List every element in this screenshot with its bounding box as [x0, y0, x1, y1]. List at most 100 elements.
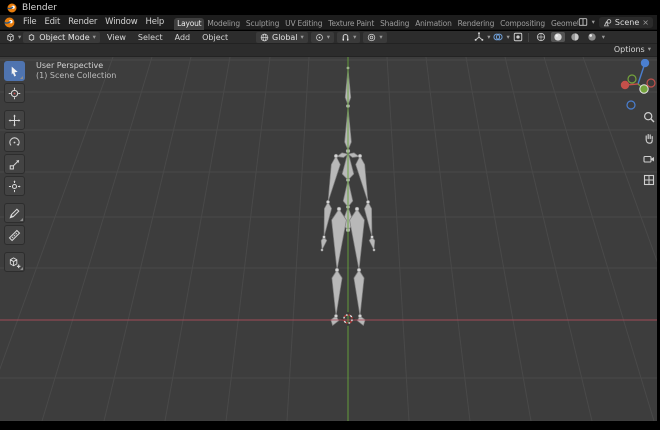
- window-title: Blender: [22, 2, 57, 13]
- transform-controls: Global ▾ ▾ ▾ ▾: [256, 32, 387, 43]
- grid-ortho-icon: [643, 174, 655, 186]
- shading-solid-button[interactable]: [550, 32, 565, 42]
- snapping-toggle[interactable]: ▾: [337, 32, 361, 43]
- transform-orientation-value: Global: [272, 33, 298, 42]
- tool-annotate[interactable]: [4, 203, 25, 223]
- camera-view-button[interactable]: [641, 151, 657, 167]
- scale-tool-icon: [9, 159, 20, 169]
- pivot-point-dropdown[interactable]: ▾: [310, 32, 335, 43]
- chevron-down-icon[interactable]: ▾: [602, 34, 605, 41]
- workspace-add-button[interactable]: [578, 17, 588, 27]
- window-titlebar: Blender: [0, 0, 660, 15]
- tab-animation[interactable]: Animation: [412, 18, 454, 30]
- add-cube-tool-icon: [9, 256, 21, 268]
- chevron-down-icon[interactable]: ▾: [487, 34, 490, 41]
- pan-view-button[interactable]: [641, 130, 657, 146]
- view-name-label: User Perspective: [36, 61, 104, 70]
- divider: [527, 32, 529, 42]
- tab-uv-editing[interactable]: UV Editing: [282, 18, 325, 30]
- menu-window[interactable]: Window: [101, 17, 141, 27]
- cursor-tool-icon: [8, 87, 21, 99]
- scene-unlink-icon[interactable]: ×: [642, 18, 649, 27]
- grid-floor: [0, 57, 657, 421]
- menu-edit[interactable]: Edit: [40, 17, 64, 27]
- shading-rendered-icon: [588, 33, 596, 41]
- annotate-tool-icon: [9, 208, 20, 219]
- rotate-tool-icon: [9, 136, 20, 146]
- shading-material-button[interactable]: [568, 32, 582, 42]
- navigation-gizmo[interactable]: [615, 59, 657, 111]
- blender-logo-icon: [4, 17, 15, 27]
- menu-object[interactable]: Object: [197, 33, 233, 42]
- magnifier-icon: [643, 111, 655, 123]
- viewport-header: ▾ Object Mode ▾ View Select Add Object G: [0, 31, 657, 44]
- tab-shading[interactable]: Shading: [377, 18, 412, 30]
- menu-render[interactable]: Render: [64, 17, 101, 27]
- chevron-down-icon[interactable]: ▾: [592, 19, 595, 26]
- menu-help[interactable]: Help: [142, 17, 169, 27]
- tab-geometry-nodes[interactable]: Geometry Nodes: [548, 18, 578, 30]
- gizmo-axis-z-positive[interactable]: [640, 59, 650, 68]
- menu-add[interactable]: Add: [170, 33, 196, 42]
- shading-wireframe-button[interactable]: [534, 32, 548, 42]
- gizmo-axis-y-positive[interactable]: [639, 84, 649, 94]
- perspective-toggle-button[interactable]: [641, 172, 657, 188]
- tool-scale[interactable]: [4, 154, 25, 174]
- tool-transform[interactable]: [4, 176, 25, 196]
- tool-move[interactable]: [4, 110, 25, 130]
- tab-sculpting[interactable]: Sculpting: [243, 18, 282, 30]
- chevron-down-icon: ▾: [379, 33, 383, 42]
- tool-rotate[interactable]: [4, 132, 25, 152]
- show-gizmos-toggle[interactable]: [474, 32, 484, 42]
- tool-shelf: [4, 61, 26, 272]
- show-overlays-toggle[interactable]: [493, 32, 504, 42]
- shading-rendered-button[interactable]: [585, 32, 599, 42]
- chevron-down-icon: ▾: [326, 33, 331, 42]
- blender-app-menu-button[interactable]: [0, 17, 19, 28]
- gizmo-axis-x-negative[interactable]: [646, 78, 656, 88]
- viewport-info-overlay: User Perspective (1) Scene Collection: [36, 61, 116, 81]
- tool-cursor[interactable]: [4, 83, 25, 103]
- viewport-3d[interactable]: User Perspective (1) Scene Collection: [0, 57, 657, 421]
- tab-texture-paint[interactable]: Texture Paint: [325, 18, 377, 30]
- menu-select[interactable]: Select: [133, 33, 168, 42]
- editor-type-button[interactable]: [5, 32, 16, 43]
- toggle-xray-button[interactable]: [513, 32, 523, 42]
- topbar-right-cluster: ▾ Scene ×: [578, 16, 657, 28]
- menu-file[interactable]: File: [19, 17, 40, 27]
- axis-lines: [0, 57, 657, 421]
- menu-view[interactable]: View: [102, 33, 131, 42]
- tool-add-cube[interactable]: [4, 252, 25, 272]
- gizmo-axis-z-negative[interactable]: [626, 100, 636, 110]
- chevron-down-icon[interactable]: ▾: [18, 34, 21, 41]
- editor-3d-viewport-icon: [7, 33, 14, 41]
- mode-selector[interactable]: Object Mode ▾: [23, 31, 100, 43]
- options-dropdown[interactable]: Options ▾: [614, 45, 651, 54]
- move-tool-icon: [8, 114, 21, 126]
- zoom-view-button[interactable]: [641, 109, 657, 125]
- proportional-editing-icon: [368, 33, 376, 42]
- gizmo-axis-x-positive[interactable]: [620, 80, 630, 90]
- proportional-editing-toggle[interactable]: ▾: [363, 32, 387, 43]
- tool-select-box[interactable]: [4, 61, 25, 81]
- transform-orientation-dropdown[interactable]: Global ▾: [256, 32, 308, 43]
- screen-layout-icon: [578, 18, 587, 26]
- tab-layout[interactable]: Layout: [174, 17, 205, 30]
- chevron-down-icon[interactable]: ▾: [506, 34, 509, 41]
- overlays-icon: [493, 33, 504, 41]
- tool-measure[interactable]: [4, 225, 25, 245]
- viewport-header-left: ▾ Object Mode ▾ View Select Add Object: [0, 31, 233, 43]
- scene-selector[interactable]: Scene ×: [598, 16, 653, 28]
- gizmo-axis-y-negative[interactable]: [627, 74, 637, 84]
- tab-compositing[interactable]: Compositing: [497, 18, 548, 30]
- tab-rendering[interactable]: Rendering: [455, 18, 498, 30]
- blender-logo-icon: [7, 3, 17, 12]
- chevron-down-icon: ▾: [92, 32, 96, 41]
- tab-modeling[interactable]: Modeling: [204, 18, 243, 30]
- viewport-toggles: ▾ ▾ ▾: [474, 32, 605, 42]
- transform-tool-icon: [8, 179, 21, 192]
- select-box-icon: [11, 66, 18, 77]
- options-label: Options: [613, 45, 645, 54]
- workspace-tabs: Layout Modeling Sculpting UV Editing Tex…: [174, 15, 578, 30]
- hand-icon: [645, 134, 653, 144]
